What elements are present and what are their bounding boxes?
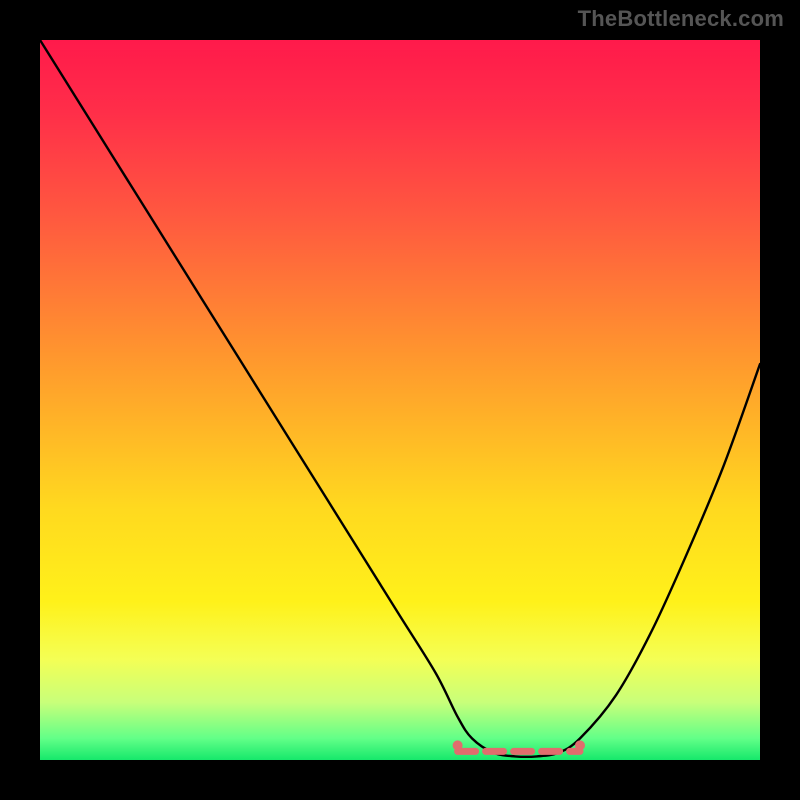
chart-frame: TheBottleneck.com [0, 0, 800, 800]
plot-area [40, 40, 760, 760]
watermark-text: TheBottleneck.com [578, 6, 784, 32]
gradient-background [40, 40, 760, 760]
bottleneck-chart [40, 40, 760, 760]
